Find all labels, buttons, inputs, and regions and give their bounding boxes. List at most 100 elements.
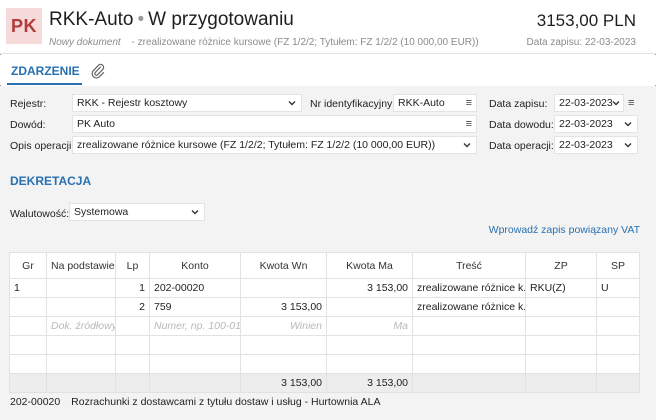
header-entry-date: Data zapisu: 22-03-2023 xyxy=(526,37,636,48)
data-zapisu-field[interactable]: 22-03-2023 xyxy=(554,94,624,112)
tab-zdarzenie[interactable]: ZDARZENIE xyxy=(11,64,80,78)
table-row[interactable]: 1 1 202-00020 3 153,00 zrealizowane różn… xyxy=(9,278,640,298)
cell-na-podstawie[interactable] xyxy=(46,278,116,298)
table-header-row: Gr Na podstawie Lp Konto Kwota Wn Kwota … xyxy=(9,252,640,279)
cell-lp[interactable]: 1 xyxy=(115,278,150,298)
cell-kwota-ma[interactable]: 3 153,00 xyxy=(326,278,413,298)
data-zapisu-label: Data zapisu: xyxy=(489,98,548,110)
kwota-ma-placeholder[interactable]: Ma xyxy=(326,316,413,336)
cell-gr[interactable]: 1 xyxy=(9,278,47,298)
rejestr-value: RKK - Rejestr kosztowy xyxy=(77,97,188,109)
col-header-tresc[interactable]: Treść xyxy=(412,252,526,279)
cell-konto[interactable]: 202-00020 xyxy=(149,278,241,298)
document-status: W przygotowaniu xyxy=(148,9,294,30)
document-number: RKK-Auto xyxy=(49,9,134,30)
vat-entry-link[interactable]: Wprowadź zapis powiązany VAT xyxy=(489,224,640,236)
col-header-kwota-wn[interactable]: Kwota Wn xyxy=(240,252,327,279)
title-separator: • xyxy=(137,9,145,30)
kwota-wn-placeholder[interactable]: Winien xyxy=(240,316,327,336)
dowod-value: PK Auto xyxy=(77,118,115,130)
col-header-na-podstawie[interactable]: Na podstawie xyxy=(46,252,116,279)
cell-na-podstawie[interactable] xyxy=(46,297,116,317)
cell-sp[interactable] xyxy=(596,297,640,317)
document-subtitle: Nowy dokument - zrealizowane różnice kur… xyxy=(49,37,479,48)
col-header-lp[interactable]: Lp xyxy=(115,252,150,279)
active-tab-indicator xyxy=(7,83,82,85)
chevron-down-icon[interactable] xyxy=(462,140,472,150)
col-header-sp[interactable]: SP xyxy=(596,252,640,279)
document-description: zrealizowane różnice kursowe (FZ 1/2/2; … xyxy=(137,37,479,48)
nr-identyfikacyjny-field[interactable]: RKK-Auto ≡ xyxy=(393,94,477,112)
cell-tresc[interactable]: zrealizowane różnice k... xyxy=(412,297,526,317)
chevron-down-icon[interactable] xyxy=(623,140,633,150)
cell-lp[interactable] xyxy=(115,316,150,336)
cell-tresc[interactable] xyxy=(412,316,526,336)
table-empty-row xyxy=(9,354,640,374)
total-kwota-wn: 3 153,00 xyxy=(240,373,327,393)
walutowosc-label: Walutowość: xyxy=(10,208,70,220)
walutowosc-select[interactable]: Systemowa xyxy=(69,203,205,221)
dekretacja-section-title: DEKRETACJA xyxy=(10,174,92,188)
data-zapisu-value: 22-03-2023 xyxy=(559,97,613,109)
document-header: PK RKK-Auto • W przygotowaniu Nowy dokumen… xyxy=(0,0,656,54)
cell-konto[interactable]: 759 xyxy=(149,297,241,317)
tab-bar: ZDARZENIE xyxy=(0,55,656,85)
col-header-zp[interactable]: ZP xyxy=(525,252,597,279)
dowod-label: Dowód: xyxy=(10,119,46,131)
data-dowodu-value: 22-03-2023 xyxy=(559,118,613,130)
walutowosc-value: Systemowa xyxy=(74,206,129,218)
rejestr-label: Rejestr: xyxy=(10,98,47,110)
selected-account-number: 202-00020 xyxy=(10,396,61,408)
data-operacji-value: 22-03-2023 xyxy=(559,139,613,151)
col-header-kwota-ma[interactable]: Kwota Ma xyxy=(326,252,413,279)
page-title: RKK-Auto • W przygotowaniu xyxy=(49,9,294,31)
col-header-konto[interactable]: Konto xyxy=(149,252,241,279)
nr-identyfikacyjny-label: Nr identyfikacyjny: xyxy=(310,98,396,110)
cell-sp[interactable] xyxy=(596,316,640,336)
na-podstawie-placeholder[interactable]: Dok. źródłowy xyxy=(46,316,116,336)
selected-account-description: Rozrachunki z dostawcami z tytułu dostaw… xyxy=(71,396,381,408)
list-icon[interactable]: ≡ xyxy=(466,118,472,130)
data-dowodu-label: Data dowodu: xyxy=(489,119,554,131)
data-zapisu-list-icon[interactable]: ≡ xyxy=(628,97,634,109)
cell-kwota-wn[interactable]: 3 153,00 xyxy=(240,297,327,317)
cell-kwota-wn[interactable] xyxy=(240,278,327,298)
rejestr-select[interactable]: RKK - Rejestr kosztowy xyxy=(72,94,302,112)
chevron-down-icon[interactable] xyxy=(287,98,297,108)
document-type-badge: PK xyxy=(6,8,42,44)
cell-zp[interactable] xyxy=(525,316,597,336)
data-operacji-field[interactable]: 22-03-2023 xyxy=(554,136,638,154)
table-totals-row: 3 153,00 3 153,00 xyxy=(9,373,640,393)
decree-table: Gr Na podstawie Lp Konto Kwota Wn Kwota … xyxy=(9,252,640,393)
document-type-label: Nowy dokument xyxy=(49,37,121,48)
konto-placeholder[interactable]: Numer, np. 100-01 xyxy=(149,316,241,336)
nr-identyfikacyjny-value: RKK-Auto xyxy=(398,97,445,109)
total-kwota-ma: 3 153,00 xyxy=(326,373,413,393)
cell-gr[interactable] xyxy=(9,297,47,317)
cell-sp[interactable]: U xyxy=(596,278,640,298)
selected-account-info: 202-00020 Rozrachunki z dostawcami z tyt… xyxy=(10,396,380,408)
chevron-down-icon[interactable] xyxy=(190,207,200,217)
document-amount: 3153,00 PLN xyxy=(536,11,636,30)
cell-kwota-ma[interactable] xyxy=(326,297,413,317)
opis-operacji-label: Opis operacji: xyxy=(10,140,75,152)
opis-operacji-field[interactable]: zrealizowane różnice kursowe (FZ 1/2/2; … xyxy=(72,136,477,154)
subtitle-dash: - xyxy=(131,37,135,48)
paperclip-icon[interactable] xyxy=(91,63,105,79)
table-empty-row xyxy=(9,335,640,355)
cell-lp[interactable]: 2 xyxy=(115,297,150,317)
col-header-gr[interactable]: Gr xyxy=(9,252,47,279)
table-new-entry-row[interactable]: Dok. źródłowy Numer, np. 100-01 Winien M… xyxy=(9,316,640,336)
dowod-field[interactable]: PK Auto ≡ xyxy=(72,115,477,133)
cell-zp[interactable] xyxy=(525,297,597,317)
cell-zp[interactable]: RKU(Z) xyxy=(525,278,597,298)
opis-operacji-value: zrealizowane różnice kursowe (FZ 1/2/2; … xyxy=(77,139,436,151)
data-operacji-label: Data operacji: xyxy=(489,140,554,152)
cell-gr[interactable] xyxy=(9,316,47,336)
data-dowodu-field[interactable]: 22-03-2023 xyxy=(554,115,638,133)
chevron-down-icon[interactable] xyxy=(623,119,633,129)
cell-tresc[interactable]: zrealizowane różnice k... xyxy=(412,278,526,298)
list-icon[interactable]: ≡ xyxy=(466,97,472,109)
table-row[interactable]: 2 759 3 153,00 zrealizowane różnice k... xyxy=(9,297,640,317)
chevron-down-icon[interactable] xyxy=(611,98,621,108)
